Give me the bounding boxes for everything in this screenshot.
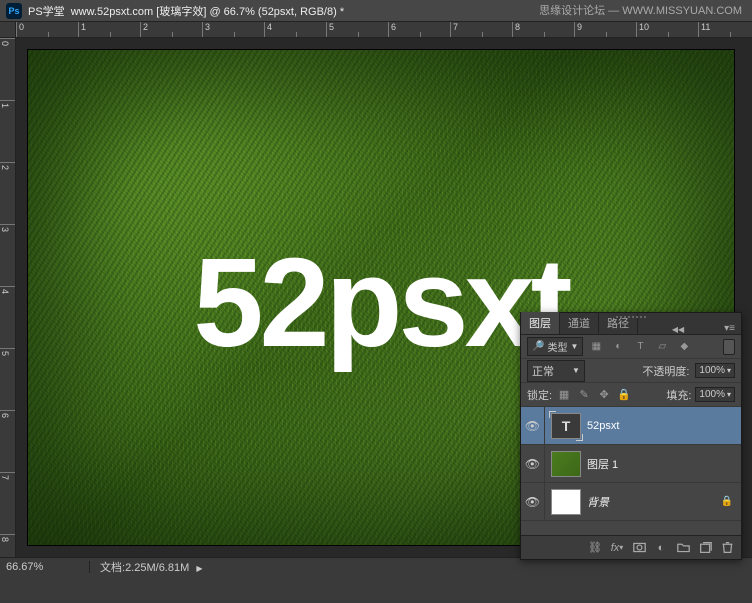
layer-thumbnail[interactable] bbox=[551, 489, 581, 515]
blend-opacity-row: 正常 ▼ 不透明度: 100% ▾ bbox=[521, 359, 741, 383]
panel-tabstrip: 图层 通道 路径 ◀◀ ▾≡ bbox=[521, 313, 741, 335]
tab-channels[interactable]: 通道 bbox=[560, 312, 599, 334]
ruler-tick: 5 bbox=[0, 348, 15, 410]
document-title: www.52psxt.com [玻璃字效] @ 66.7% (52psxt, R… bbox=[71, 3, 344, 19]
opacity-label: 不透明度: bbox=[642, 363, 689, 379]
visibility-toggle-icon[interactable]: 👁 bbox=[521, 483, 545, 520]
lock-pixels-icon[interactable]: ✎ bbox=[576, 387, 592, 403]
watermark-text: 思缘设计论坛 — WWW.MISSYUAN.COM bbox=[539, 2, 742, 18]
lock-indicator-icon: 🔒 bbox=[721, 496, 733, 507]
ruler-tick: 3 bbox=[202, 22, 264, 37]
layer-mask-icon[interactable] bbox=[629, 539, 649, 557]
opacity-value: 100% bbox=[699, 365, 725, 376]
collapse-icon[interactable]: ◀◀ bbox=[666, 325, 690, 334]
search-icon: 🔎 bbox=[532, 341, 544, 352]
ruler-tick: 1 bbox=[78, 22, 140, 37]
filter-shape-icon[interactable]: ▱ bbox=[653, 339, 671, 355]
chevron-down-icon: ▾ bbox=[727, 390, 731, 399]
layer-list-empty bbox=[521, 521, 741, 535]
ruler-tick: 4 bbox=[0, 286, 15, 348]
layers-panel[interactable]: 图层 通道 路径 ◀◀ ▾≡ 🔎 类型 ▼ ▦ ◐ T ▱ ◆ 正常 ▼ 不透明… bbox=[520, 312, 742, 560]
blend-mode-select[interactable]: 正常 ▼ bbox=[527, 360, 585, 382]
lock-position-icon[interactable]: ✥ bbox=[596, 387, 612, 403]
delete-layer-icon[interactable] bbox=[717, 539, 737, 557]
ruler-tick: 7 bbox=[0, 472, 15, 534]
ruler-tick: 9 bbox=[574, 22, 636, 37]
docinfo-label: 文档: bbox=[100, 562, 125, 574]
panel-menu-icon[interactable]: ▾≡ bbox=[718, 323, 741, 334]
filter-pixel-icon[interactable]: ▦ bbox=[587, 339, 605, 355]
ruler-tick: 10 bbox=[636, 22, 698, 37]
ruler-origin[interactable] bbox=[0, 22, 16, 38]
ruler-tick: 3 bbox=[0, 224, 15, 286]
ruler-tick: 11 bbox=[698, 22, 752, 37]
ps-app-icon: Ps bbox=[6, 3, 22, 19]
ruler-tick: 5 bbox=[326, 22, 388, 37]
ruler-tick: 0 bbox=[16, 22, 78, 37]
layer-list: 👁 T 52psxt 👁 图层 1 👁 背景 🔒 bbox=[521, 407, 741, 535]
ruler-tick: 0 bbox=[0, 38, 15, 100]
filter-adjust-icon[interactable]: ◐ bbox=[609, 339, 627, 355]
adjustment-layer-icon[interactable]: ◐ bbox=[651, 539, 671, 557]
chevron-down-icon: ▼ bbox=[572, 366, 580, 375]
filter-kind-select[interactable]: 🔎 类型 ▼ bbox=[527, 337, 583, 356]
layer-group-icon[interactable] bbox=[673, 539, 693, 557]
ruler-tick: 2 bbox=[0, 162, 15, 224]
ruler-tick: 8 bbox=[0, 534, 15, 557]
new-layer-icon[interactable] bbox=[695, 539, 715, 557]
chevron-down-icon: ▼ bbox=[570, 342, 578, 351]
layer-thumbnail[interactable]: T bbox=[551, 413, 581, 439]
ruler-tick: 2 bbox=[140, 22, 202, 37]
ruler-horizontal[interactable]: 0 1 2 3 4 5 6 7 8 9 10 11 bbox=[16, 22, 752, 38]
ruler-tick: 8 bbox=[512, 22, 574, 37]
ruler-tick: 7 bbox=[450, 22, 512, 37]
app-prefix: PS学堂 bbox=[28, 3, 65, 19]
layer-name[interactable]: 52psxt bbox=[587, 420, 619, 432]
fill-value: 100% bbox=[699, 389, 725, 400]
layer-name[interactable]: 图层 1 bbox=[587, 456, 618, 472]
docinfo-value: 2.25M/6.81M bbox=[125, 562, 189, 574]
blend-mode-value: 正常 bbox=[532, 363, 554, 379]
ruler-vertical[interactable]: 0 1 2 3 4 5 6 7 8 bbox=[0, 38, 16, 557]
ruler-tick: 1 bbox=[0, 100, 15, 162]
ruler-tick: 4 bbox=[264, 22, 326, 37]
lock-transparency-icon[interactable]: ▦ bbox=[556, 387, 572, 403]
filter-kind-label: 类型 bbox=[547, 339, 567, 354]
fill-label: 填充: bbox=[666, 387, 691, 403]
lock-fill-row: 锁定: ▦ ✎ ✥ 🔒 填充: 100% ▾ bbox=[521, 383, 741, 407]
zoom-level[interactable]: 66.67% bbox=[0, 561, 90, 573]
panel-grip-icon[interactable] bbox=[616, 316, 646, 318]
ruler-tick: 6 bbox=[0, 410, 15, 472]
lock-label: 锁定: bbox=[527, 387, 552, 403]
layer-name[interactable]: 背景 bbox=[587, 494, 609, 510]
layer-thumbnail[interactable] bbox=[551, 451, 581, 477]
lock-all-icon[interactable]: 🔒 bbox=[616, 387, 632, 403]
document-info[interactable]: 文档:2.25M/6.81M ▶ bbox=[90, 559, 212, 575]
visibility-toggle-icon[interactable]: 👁 bbox=[521, 407, 545, 444]
tab-layers[interactable]: 图层 bbox=[521, 312, 560, 334]
filter-type-icon[interactable]: T bbox=[631, 339, 649, 355]
layer-filter-row: 🔎 类型 ▼ ▦ ◐ T ▱ ◆ bbox=[521, 335, 741, 359]
layer-item[interactable]: 👁 T 52psxt bbox=[521, 407, 741, 445]
opacity-input[interactable]: 100% ▾ bbox=[695, 363, 735, 378]
link-layers-icon[interactable]: ⛓ bbox=[585, 539, 605, 557]
layers-footer: ⛓ fx▾ ◐ bbox=[521, 535, 741, 559]
layer-effects-icon[interactable]: fx▾ bbox=[607, 539, 627, 557]
layer-item[interactable]: 👁 背景 🔒 bbox=[521, 483, 741, 521]
filter-toggle-switch[interactable] bbox=[723, 339, 735, 355]
ruler-tick: 6 bbox=[388, 22, 450, 37]
layer-item[interactable]: 👁 图层 1 bbox=[521, 445, 741, 483]
chevron-down-icon: ▾ bbox=[727, 366, 731, 375]
filter-smart-icon[interactable]: ◆ bbox=[675, 339, 693, 355]
fill-input[interactable]: 100% ▾ bbox=[695, 387, 735, 402]
chevron-right-icon[interactable]: ▶ bbox=[196, 564, 202, 573]
visibility-toggle-icon[interactable]: 👁 bbox=[521, 445, 545, 482]
